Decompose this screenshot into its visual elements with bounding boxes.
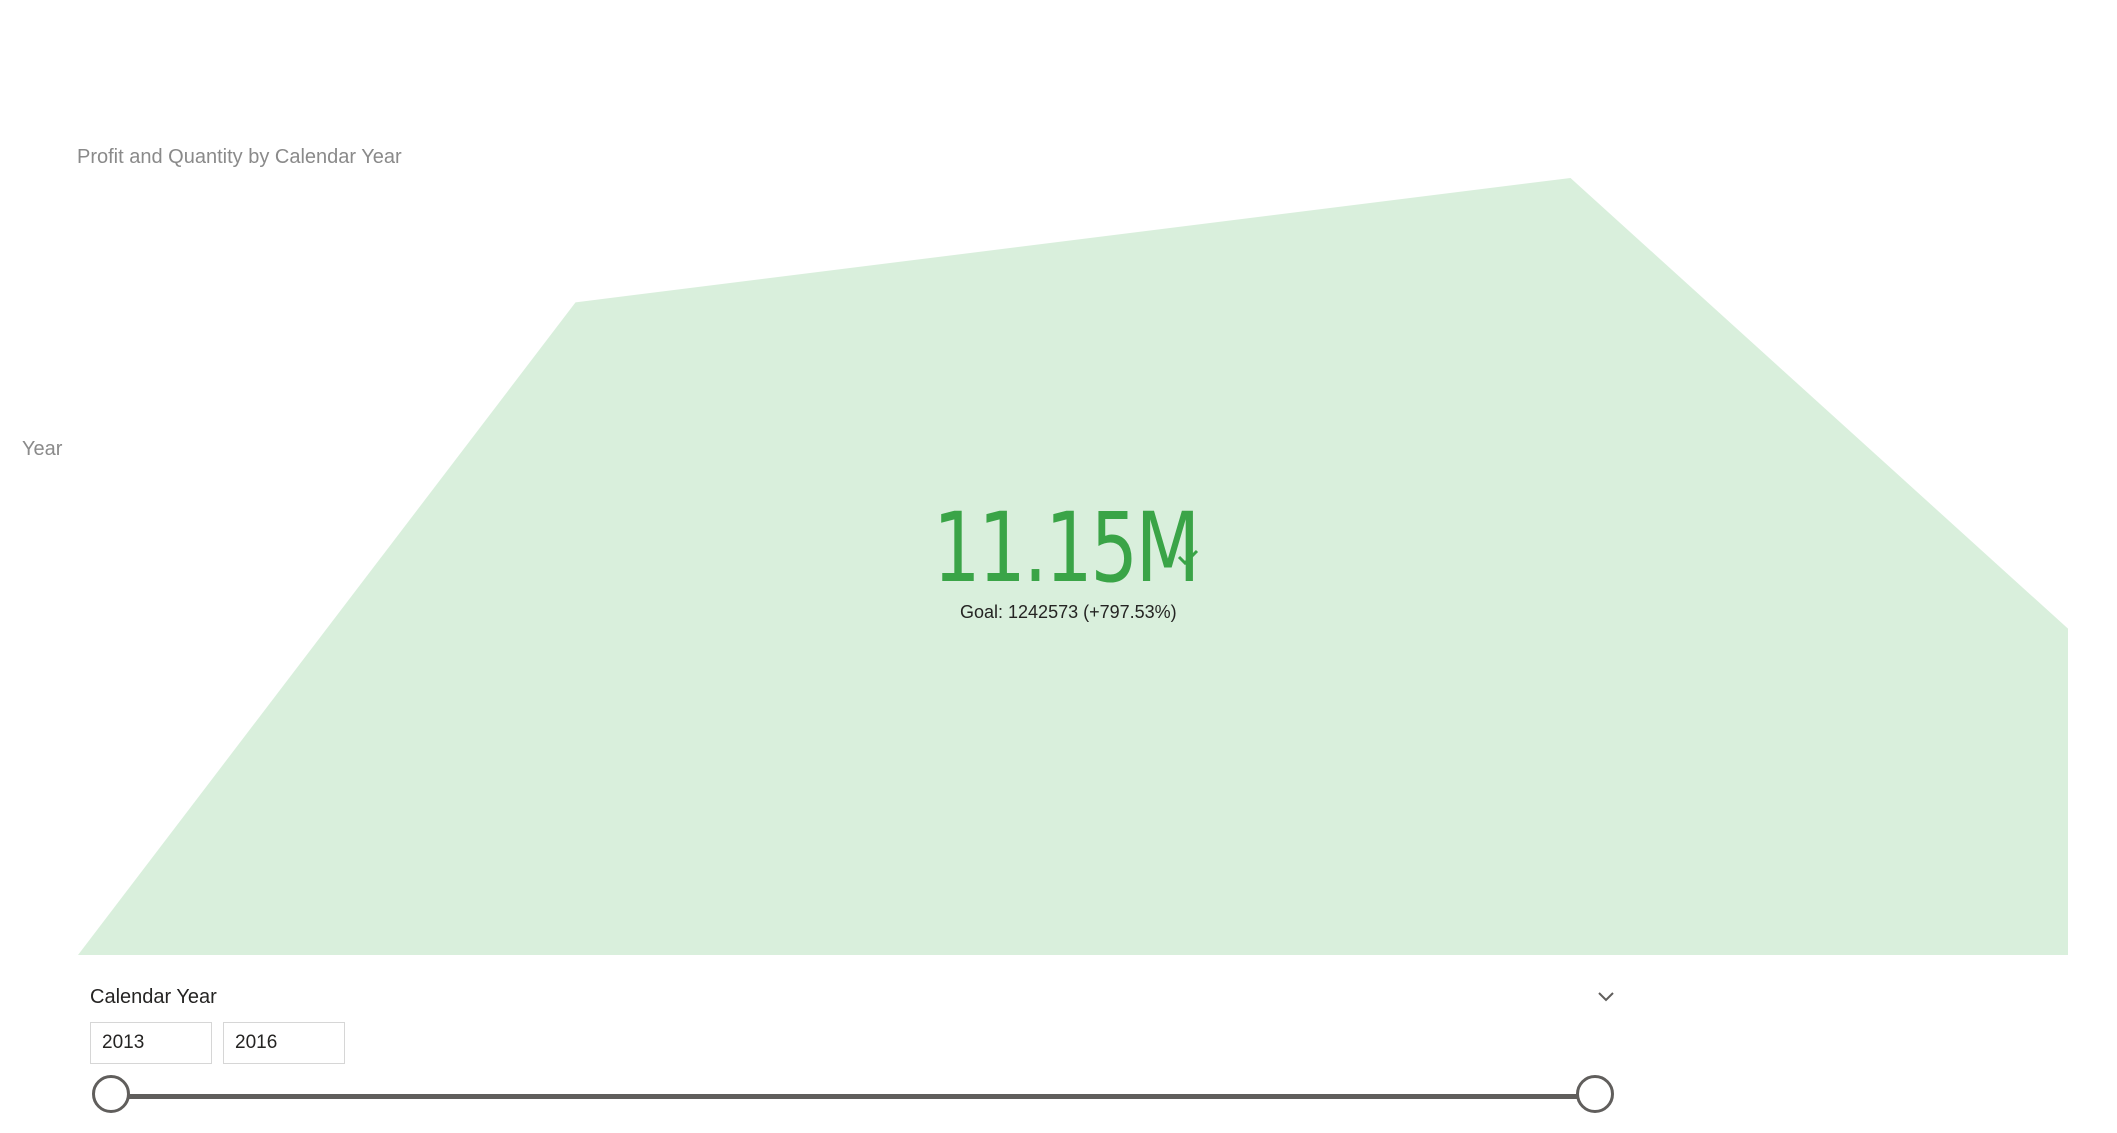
report-canvas: Profit and Quantity by Calendar Year Yea…	[0, 0, 2117, 1133]
kpi-goal: Goal: 1242573 (+797.53%)	[960, 602, 1177, 622]
start-year-input[interactable]	[90, 1022, 212, 1064]
end-year-input[interactable]	[223, 1022, 345, 1064]
slicer-title: Calendar Year	[90, 986, 217, 1008]
kpi-value: 11.15M	[933, 492, 1200, 604]
slider-end-handle[interactable]	[1576, 1075, 1614, 1113]
chevron-down-icon[interactable]	[1596, 990, 1616, 1004]
range-slider-track[interactable]	[112, 1094, 1594, 1099]
check-icon	[1177, 549, 1199, 566]
slider-start-handle[interactable]	[92, 1075, 130, 1113]
